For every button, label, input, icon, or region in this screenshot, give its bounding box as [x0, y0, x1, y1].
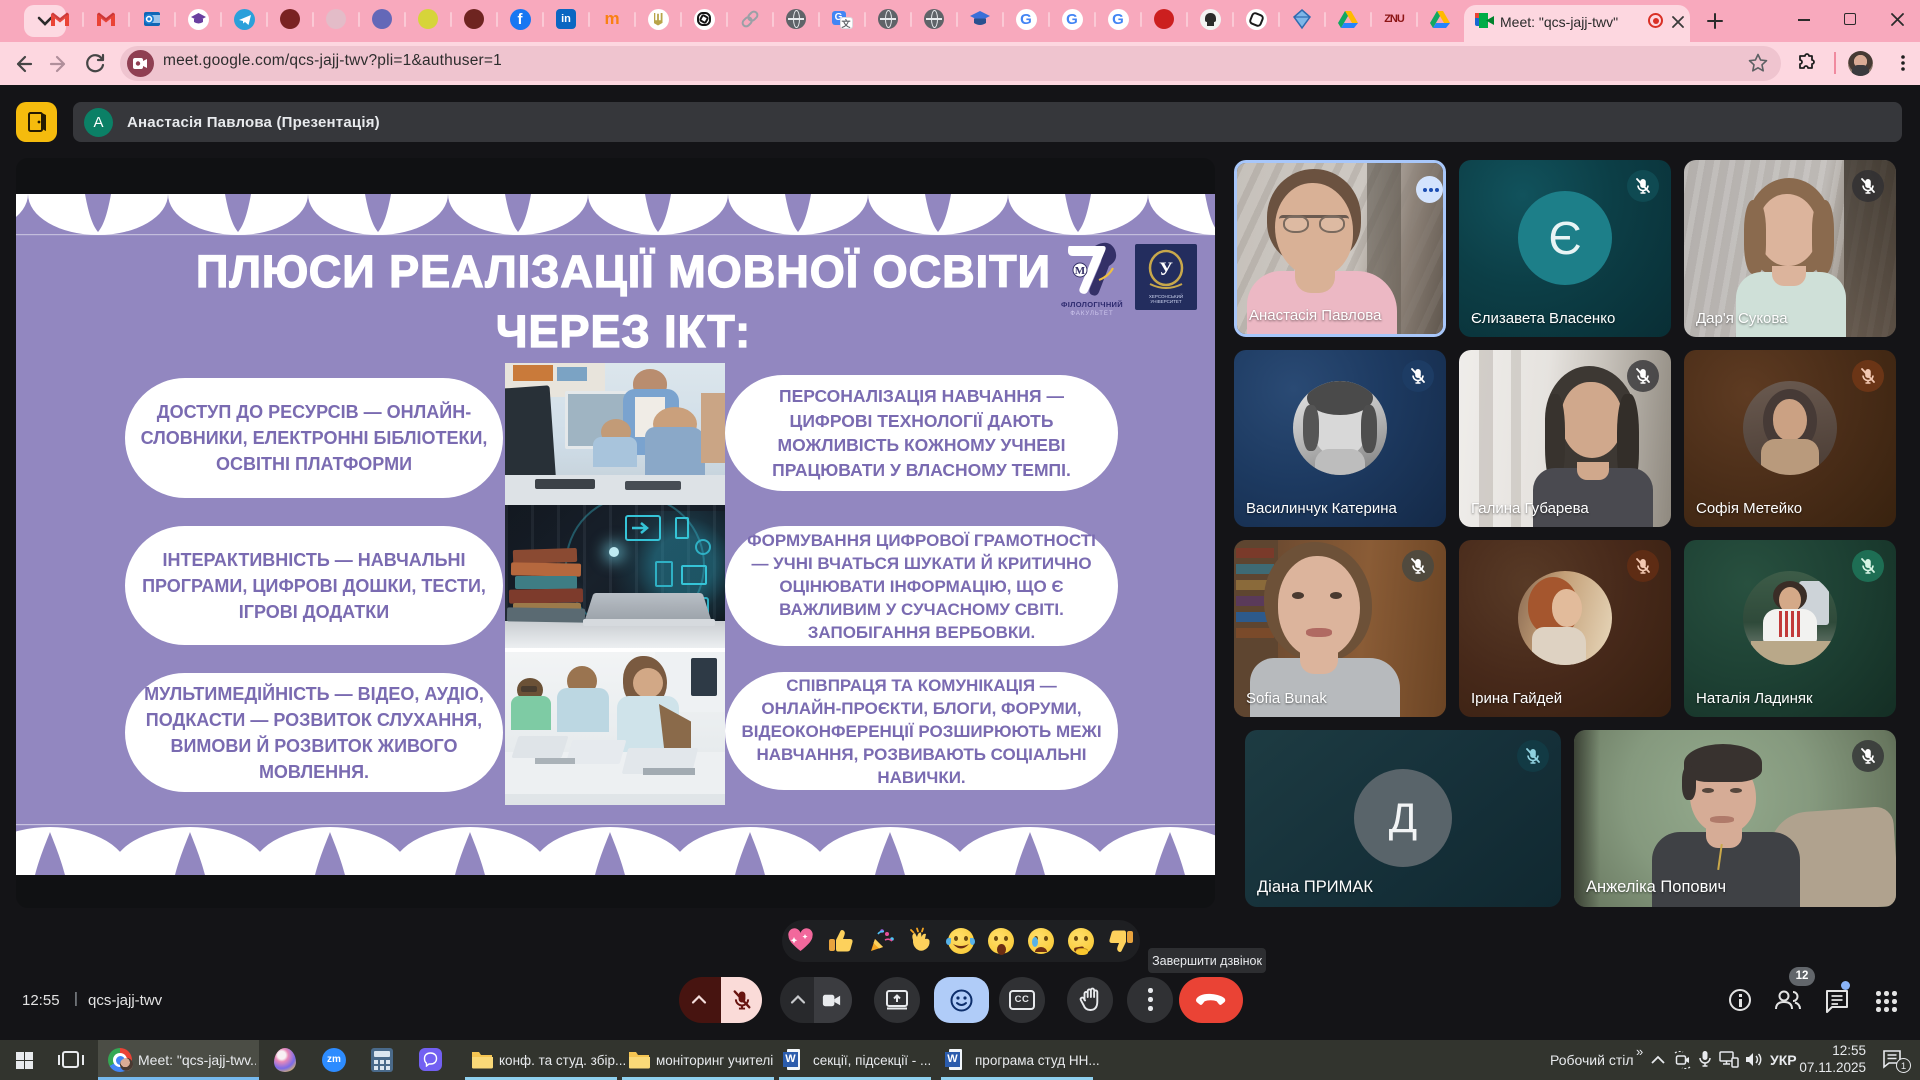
svg-text:М: М [1075, 265, 1086, 277]
svg-text:У: У [1159, 259, 1173, 280]
